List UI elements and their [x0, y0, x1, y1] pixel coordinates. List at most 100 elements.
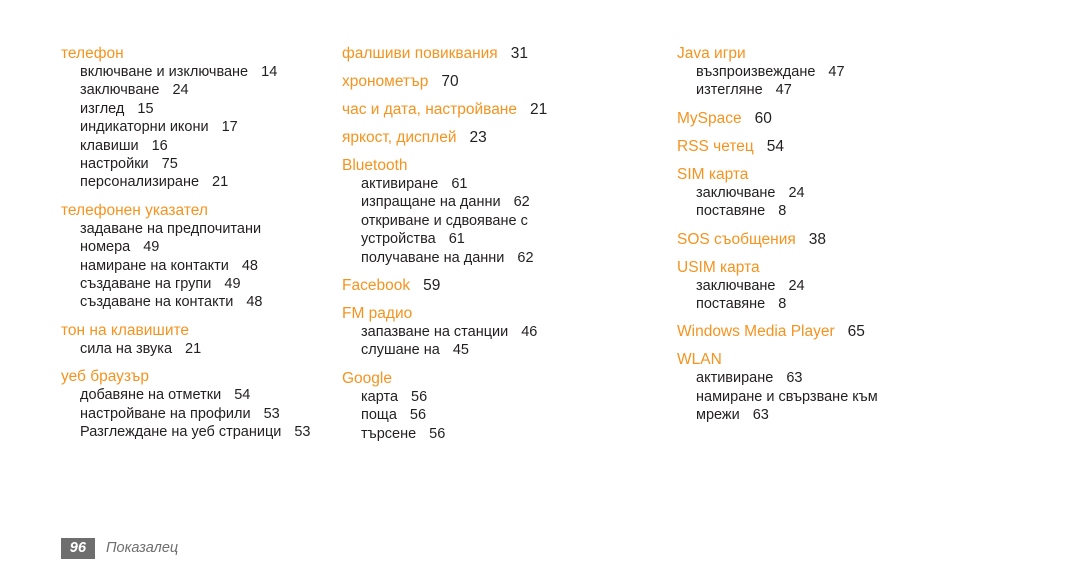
index-subentry-page-number: 56	[409, 407, 427, 424]
index-subentry-label: Разглеждане на уеб страници	[80, 424, 282, 441]
index-subentry[interactable]: номера 49	[80, 238, 336, 256]
index-subentry-label: намиране на контакти	[80, 257, 229, 274]
index-heading[interactable]: телефонен указател	[61, 201, 336, 220]
index-heading[interactable]: USIM карта	[677, 258, 1080, 277]
index-subentry-label: изтегляне	[696, 82, 763, 99]
index-subentry-page-number: 24	[788, 184, 805, 201]
index-subentry[interactable]: заключване 24	[80, 81, 336, 99]
index-subentry-page-number: 75	[161, 156, 178, 173]
page-number-badge: 96	[61, 537, 95, 559]
index-heading-page-number: 54	[766, 137, 785, 155]
index-heading-page-number: 60	[754, 109, 772, 127]
index-group: Facebook 59	[342, 276, 666, 295]
index-heading[interactable]: яркост, дисплей 23	[342, 128, 666, 147]
footer-section-label: Показалец	[106, 540, 179, 556]
index-subentry[interactable]: поставяне 8	[696, 295, 1080, 313]
index-subentry-label: устройства	[361, 231, 436, 248]
index-subentry[interactable]: активиране 63	[696, 369, 1080, 387]
index-heading[interactable]: Java игри	[677, 44, 1080, 63]
index-subentry[interactable]: поща 56	[361, 406, 666, 424]
index-subentry[interactable]: създаване на групи 49	[80, 275, 336, 293]
index-heading[interactable]: уеб браузър	[61, 367, 336, 386]
index-subentry[interactable]: слушане на 45	[361, 341, 666, 359]
index-subentry-label: заключване	[696, 277, 776, 294]
index-subentry[interactable]: възпроизвеждане 47	[696, 63, 1080, 81]
index-subentry-label: получаване на данни	[361, 249, 505, 266]
index-heading[interactable]: Facebook 59	[342, 276, 666, 295]
index-subentry-page-number: 8	[778, 203, 787, 220]
index-heading[interactable]: MySpace 60	[677, 109, 1080, 128]
index-subentry[interactable]: изпращане на данни 62	[361, 193, 666, 211]
index-heading[interactable]: Bluetooth	[342, 156, 666, 175]
index-group: WLAN активиране 63 намиране и свързване към…	[677, 350, 1080, 424]
index-subentry[interactable]: настройване на профили 53	[80, 405, 336, 423]
index-heading[interactable]: хронометър 70	[342, 72, 666, 91]
index-heading-label: Facebook	[342, 277, 411, 295]
index-subentry[interactable]: включване и изключване 14	[80, 63, 336, 81]
index-subentry-page-number: 15	[137, 100, 154, 117]
index-heading-page-number: 59	[423, 277, 441, 295]
index-subentry[interactable]: запазване на станции 46	[361, 323, 666, 341]
index-heading[interactable]: час и дата, настройване 21	[342, 100, 666, 119]
index-subentry[interactable]: персонализиране 21	[80, 173, 336, 191]
index-subentry[interactable]: настройки 75	[80, 155, 336, 173]
index-subentry[interactable]: активиране 61	[361, 175, 666, 193]
index-group: Bluetooth активиране 61 изпращане на данни 6…	[342, 156, 666, 267]
index-subentry[interactable]: индикаторни икони 17	[80, 118, 336, 136]
index-heading-label: RSS четец	[677, 137, 754, 155]
page-footer: 96 Показалец	[61, 536, 178, 560]
index-heading-label: хронометър	[342, 73, 429, 90]
index-subentry-label: поставяне	[696, 296, 766, 313]
index-subentry[interactable]: изглед 15	[80, 100, 336, 118]
index-group: Java игри възпроизвеждане 47 изтегляне 47	[677, 44, 1080, 100]
index-subentry-page-number: 48	[246, 294, 263, 311]
index-subentry[interactable]: получаване на данни 62	[361, 249, 666, 267]
index-subentry[interactable]: мрежи 63	[696, 406, 1080, 424]
index-subentry-list: заключване 24 поставяне 8	[677, 277, 1080, 314]
index-subentry[interactable]: карта 56	[361, 388, 666, 406]
index-group: SOS съобщения 38	[677, 230, 1080, 249]
index-subentry[interactable]: търсене 56	[361, 425, 666, 443]
index-heading-label: MySpace	[677, 109, 742, 127]
index-subentry[interactable]: откриване и сдвояване с	[361, 212, 666, 230]
index-subentry[interactable]: заключване 24	[696, 277, 1080, 295]
index-column-3: Java игри възпроизвеждане 47 изтегляне 47 MyS…	[666, 44, 1080, 425]
index-subentry-label: изглед	[80, 100, 125, 117]
index-subentry-page-number: 45	[452, 342, 469, 359]
index-subentry[interactable]: клавиши 16	[80, 137, 336, 155]
index-subentry[interactable]: намиране на контакти 48	[80, 257, 336, 275]
index-subentry[interactable]: намиране и свързване към	[696, 388, 1080, 406]
index-subentry[interactable]: изтегляне 47	[696, 81, 1080, 99]
index-group: уеб браузър добавяне на отметки 54 настройв…	[61, 367, 336, 441]
index-heading[interactable]: SIM карта	[677, 165, 1080, 184]
index-subentry[interactable]: Разглеждане на уеб страници 53	[80, 423, 336, 441]
index-group: MySpace 60	[677, 109, 1080, 128]
index-subentry-label: намиране и свързване към	[696, 388, 878, 405]
index-subentry[interactable]: устройства 61	[361, 230, 666, 248]
index-heading[interactable]: телефон	[61, 44, 336, 63]
index-heading[interactable]: фалшиви повиквания 31	[342, 44, 666, 63]
index-heading[interactable]: FM радио	[342, 304, 666, 323]
index-subentry[interactable]: създаване на контакти 48	[80, 293, 336, 311]
index-heading[interactable]: WLAN	[677, 350, 1080, 369]
index-subentry[interactable]: добавяне на отметки 54	[80, 386, 336, 404]
index-heading[interactable]: Windows Media Player 65	[677, 322, 1080, 341]
index-subentry[interactable]: заключване 24	[696, 184, 1080, 202]
index-subentry[interactable]: задаване на предпочитани	[80, 220, 336, 238]
index-subentry-page-number: 46	[521, 324, 538, 341]
index-heading[interactable]: SOS съобщения 38	[677, 230, 1080, 249]
index-subentry[interactable]: поставяне 8	[696, 202, 1080, 220]
index-heading[interactable]: Google	[342, 369, 666, 388]
index-heading-label: FM радио	[342, 305, 413, 323]
index-heading-page-number: 70	[441, 73, 459, 90]
index-subentry-page-number: 14	[261, 64, 278, 80]
index-subentry-page-number: 63	[786, 370, 803, 387]
index-heading[interactable]: тон на клавишите	[61, 321, 336, 340]
index-subentry[interactable]: сила на звука 21	[80, 340, 336, 358]
index-subentry-list: включване и изключване 14 заключване 24 изгл…	[61, 63, 336, 192]
index-heading[interactable]: RSS четец 54	[677, 137, 1080, 156]
index-subentry-page-number: 17	[221, 119, 238, 136]
index-group: телефонен указател задаване на предпочита…	[61, 201, 336, 312]
index-group: USIM карта заключване 24 поставяне 8	[677, 258, 1080, 314]
index-subentry-list: активиране 63 намиране и свързване към мреж…	[677, 369, 1080, 424]
